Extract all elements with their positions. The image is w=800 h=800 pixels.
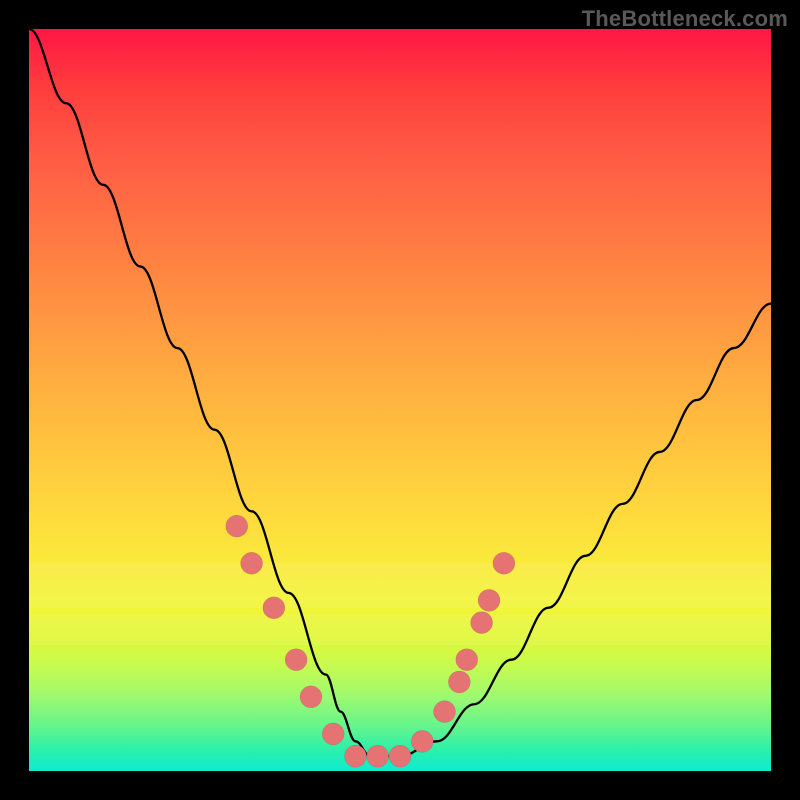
data-point <box>322 723 344 745</box>
data-point <box>344 745 366 767</box>
data-point <box>389 745 411 767</box>
data-point <box>367 745 389 767</box>
data-point <box>285 649 307 671</box>
data-point <box>478 589 500 611</box>
scatter-points <box>226 515 515 767</box>
data-point <box>263 597 285 619</box>
data-point <box>241 552 263 574</box>
chart-area <box>29 29 771 771</box>
data-point <box>226 515 248 537</box>
data-point <box>493 552 515 574</box>
data-point <box>471 612 493 634</box>
data-point <box>448 671 470 693</box>
data-point <box>300 686 322 708</box>
data-point <box>411 730 433 752</box>
data-point <box>434 701 456 723</box>
data-point <box>456 649 478 671</box>
points-svg <box>29 29 771 771</box>
